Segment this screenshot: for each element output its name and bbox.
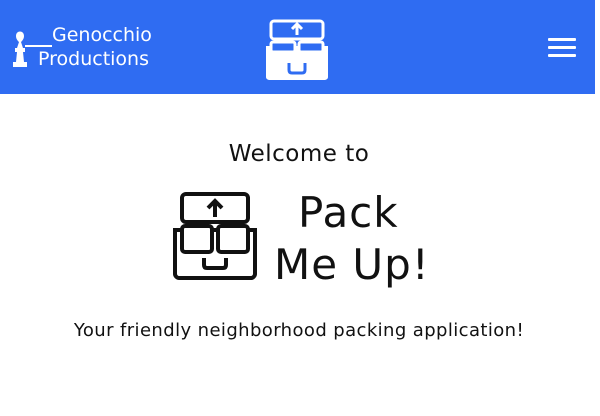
tagline: Your friendly neighborhood packing appli…: [73, 320, 525, 341]
brand-name-line1: Genocchio: [52, 24, 152, 46]
app-title-line1: Pack: [298, 188, 399, 237]
hamburger-menu-icon[interactable]: [546, 34, 580, 62]
brand-name-line2: Productions: [38, 48, 149, 70]
app-title-line2: Me Up!: [274, 240, 430, 289]
welcome-text: Welcome to: [228, 141, 370, 167]
brand-logo[interactable]: Genocchio Productions: [10, 24, 160, 72]
box-upload-icon[interactable]: [263, 18, 331, 82]
welcome-section: Welcome to Pack Me Up! Your friendly nei…: [0, 94, 600, 416]
top-header: Genocchio Productions: [0, 0, 595, 94]
box-upload-icon: [173, 192, 257, 280]
